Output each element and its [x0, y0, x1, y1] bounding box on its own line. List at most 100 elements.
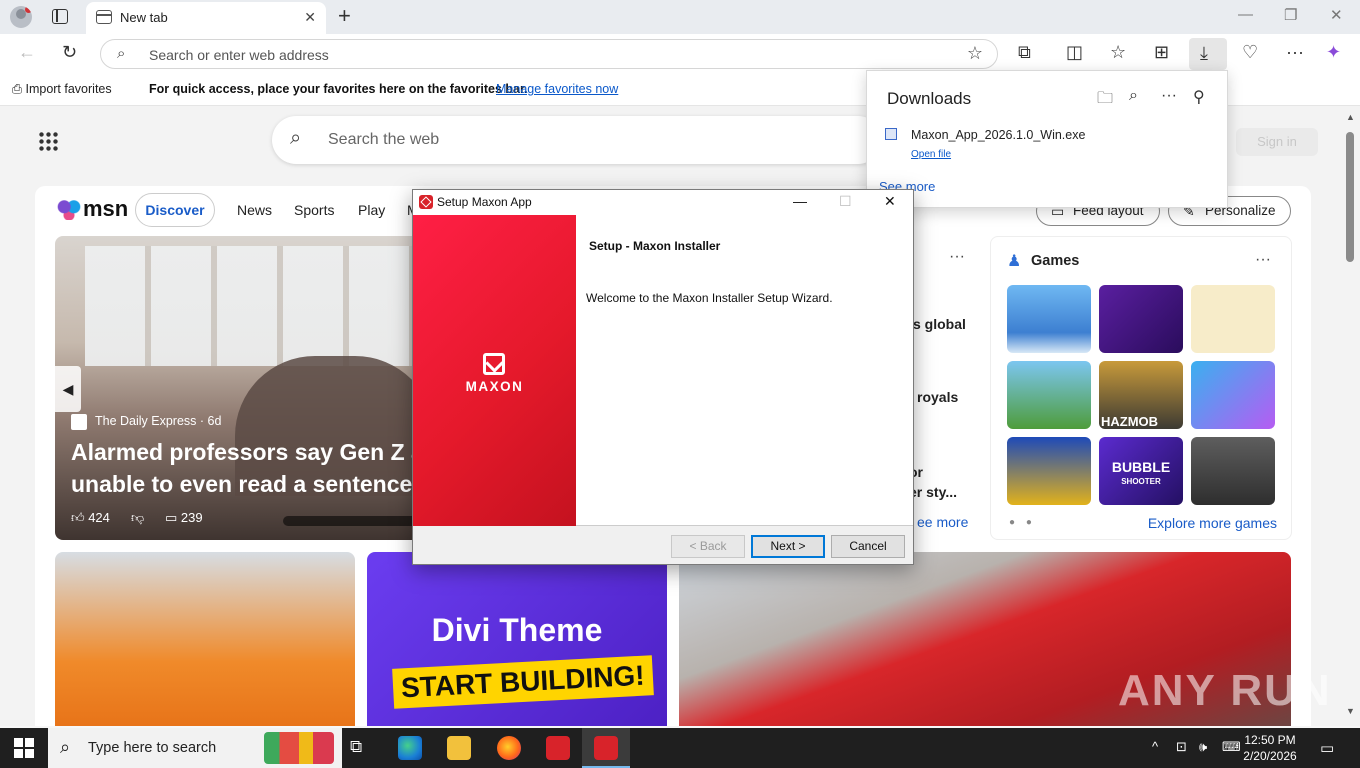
article-card-skater[interactable] [55, 552, 355, 726]
scroll-up-arrow[interactable]: ▲ [1346, 112, 1355, 122]
edge-taskbar-icon[interactable] [398, 736, 422, 760]
open-folder-icon[interactable]: 🗀︎ [1097, 87, 1113, 114]
volume-icon[interactable]: 🕪︎ [1199, 739, 1207, 755]
search-downloads-icon[interactable]: ⌕ [1129, 87, 1138, 105]
dialog-minimize-icon[interactable]: — [793, 193, 807, 209]
hero-image-window [85, 246, 425, 366]
split-screen-icon[interactable]: ◫ [1066, 42, 1083, 63]
comment-icon: ▭ [165, 510, 181, 525]
downloads-button[interactable]: ⤓ [1189, 38, 1227, 70]
taskbar-clock[interactable]: 12:50 PM 2/20/2026 [1238, 732, 1302, 764]
games-icon: ♟ [1007, 253, 1022, 270]
next-button[interactable]: Next > [751, 535, 825, 558]
back-icon[interactable]: ← [18, 42, 36, 63]
favorites-icon[interactable]: ☆ [1110, 42, 1126, 63]
see-more-news-link[interactable]: ee more [917, 514, 968, 530]
dialog-body: MAXON Setup - Maxon Installer Welcome to… [413, 215, 913, 526]
ad-card-divi[interactable]: Divi Theme START BUILDING! [367, 552, 667, 726]
nav-news[interactable]: News [237, 202, 272, 218]
close-window-icon[interactable]: ✕ [1330, 6, 1343, 24]
msn-logo[interactable]: msn [57, 196, 128, 222]
hero-article[interactable]: ◀ The Daily Express · 6d Alarmed profess… [55, 236, 433, 540]
nav-play[interactable]: Play [358, 202, 385, 218]
game-tile-4[interactable] [1007, 361, 1091, 429]
game-tile-7[interactable] [1007, 437, 1091, 505]
notification-center-icon[interactable]: ▭ [1320, 739, 1334, 757]
comment-button[interactable]: ▭ 239 [165, 510, 203, 526]
sign-in-button[interactable]: Sign in [1236, 128, 1318, 156]
carousel-dots[interactable] [283, 516, 423, 526]
performance-icon[interactable]: ♡ [1242, 42, 1258, 63]
tab-actions-icon[interactable] [52, 9, 68, 24]
game-tile-1[interactable] [1007, 285, 1091, 353]
game-tile-6[interactable] [1191, 361, 1275, 429]
trending-more-icon[interactable]: ··· [949, 248, 965, 266]
file-explorer-icon[interactable] [447, 736, 471, 760]
search-icon: ⌕ [290, 127, 302, 149]
game-tile-bubble-shooter[interactable]: BUBBLE SHOOTER [1099, 437, 1183, 505]
hazmob-label: HAZMOB [1101, 414, 1159, 429]
restore-icon[interactable]: ❐ [1284, 6, 1297, 24]
game-tile-hazmob[interactable]: HAZMOB [1099, 361, 1183, 429]
games-title: Games [1031, 253, 1080, 269]
copilot-icon[interactable]: ✦ [1326, 42, 1341, 63]
more-options-icon[interactable]: ··· [1161, 87, 1177, 105]
network-icon[interactable]: ⊡ [1176, 739, 1187, 755]
maxon-app-taskbar-icon[interactable] [546, 736, 570, 760]
article-source: The Daily Express · 6d [95, 414, 222, 428]
task-view-icon[interactable]: ⧉ [350, 737, 362, 757]
trending-item-2[interactable]: royals [917, 389, 958, 405]
firefox-icon[interactable] [497, 736, 521, 760]
games-pager-dots[interactable]: ● ● [1009, 517, 1036, 528]
nav-discover[interactable]: Discover [135, 193, 215, 227]
open-file-link[interactable]: Open file [911, 149, 951, 160]
game-tile-2[interactable] [1099, 285, 1183, 353]
trending-item-1[interactable]: s global [913, 316, 966, 332]
dialog-title: Setup Maxon App [437, 195, 532, 209]
downloads-flyout: Downloads 🗀︎ ⌕ ··· ⚲ Maxon_App_2026.1.0_… [866, 70, 1228, 208]
more-options-icon[interactable]: ··· [1286, 42, 1304, 63]
cancel-button[interactable]: Cancel [831, 535, 905, 558]
scrollbar-thumb[interactable] [1346, 132, 1354, 262]
game-tile-9[interactable] [1191, 437, 1275, 505]
trending-item-3b[interactable]: er sty... [909, 484, 957, 500]
maxon-banner: MAXON [413, 215, 576, 526]
manage-favorites-link[interactable]: Manage favorites now [496, 82, 618, 96]
download-file-name[interactable]: Maxon_App_2026.1.0_Win.exe [911, 128, 1085, 142]
anyrun-watermark: ANY RUN [1118, 666, 1332, 715]
games-more-icon[interactable]: ··· [1255, 251, 1271, 269]
taskbar-search[interactable]: ⌕ Type here to search [48, 728, 342, 768]
new-tab-button[interactable]: + [338, 3, 351, 29]
dialog-titlebar[interactable]: Setup Maxon App — ☐ ✕ [413, 190, 913, 215]
dislike-icon[interactable]: 👎︎ [131, 510, 144, 526]
clock-time: 12:50 PM [1244, 733, 1296, 747]
tab-new-tab[interactable]: New tab ✕ [86, 2, 326, 34]
minimize-icon[interactable]: — [1238, 6, 1253, 23]
windows-start-button[interactable] [14, 738, 34, 758]
app-launcher-icon[interactable] [38, 131, 58, 151]
profile-avatar[interactable] [10, 6, 32, 28]
address-bar[interactable]: ⌕ Search or enter web address ☆ [100, 39, 998, 69]
collections-icon[interactable]: ⊞ [1154, 42, 1169, 63]
dialog-close-icon[interactable]: ✕ [884, 193, 896, 210]
maxon-brand-text: MAXON [465, 379, 524, 394]
scroll-down-arrow[interactable]: ▼ [1346, 706, 1355, 716]
web-search-box[interactable]: ⌕ Search the web [272, 116, 882, 164]
tray-chevron-icon[interactable]: ^ [1152, 739, 1158, 754]
carousel-prev-button[interactable]: ◀ [55, 366, 81, 412]
extensions-icon[interactable]: ⧉ [1018, 42, 1031, 63]
pin-icon[interactable]: ⚲ [1193, 87, 1205, 107]
refresh-icon[interactable]: ↻ [62, 42, 77, 63]
publisher-logo [71, 414, 87, 430]
maxon-setup-taskbar-button[interactable] [582, 728, 630, 768]
page-scrollbar[interactable]: ▲ ▼ [1342, 106, 1360, 726]
game-tile-3[interactable] [1191, 285, 1275, 353]
explore-more-games-link[interactable]: Explore more games [1148, 515, 1277, 531]
import-favorites-button[interactable]: ⎙ Import favorites [12, 82, 112, 97]
like-count: 424 [88, 510, 110, 525]
close-tab-icon[interactable]: ✕ [304, 9, 316, 26]
nav-sports[interactable]: Sports [294, 202, 334, 218]
divi-cta: START BUILDING! [392, 655, 654, 709]
like-button[interactable]: 👍︎ 424 [71, 510, 110, 526]
favorite-star-icon[interactable]: ☆ [967, 43, 983, 64]
